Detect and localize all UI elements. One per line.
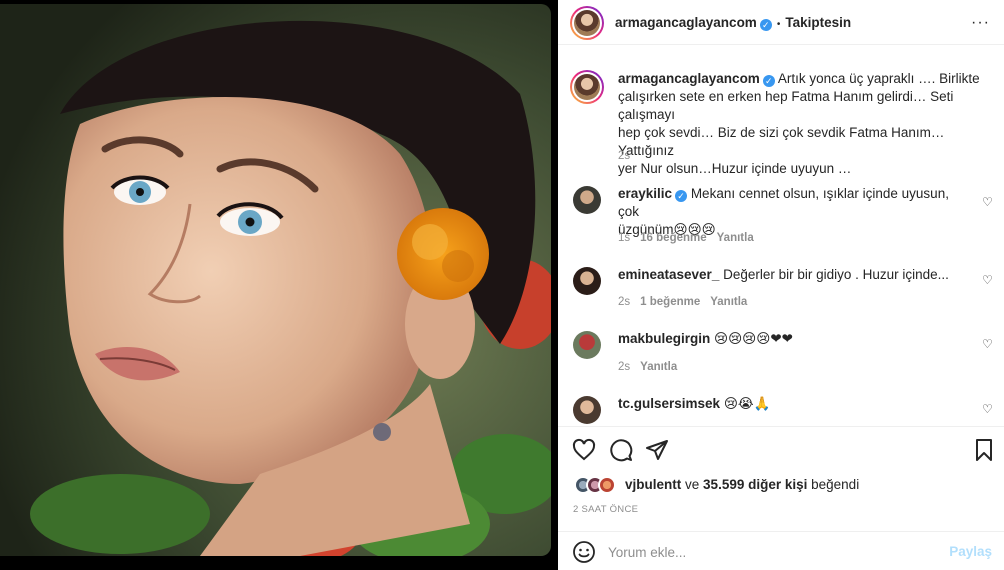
heart-icon[interactable]: ♡ <box>982 403 994 415</box>
author-avatar[interactable] <box>570 6 604 40</box>
comment-text: tc.gulsersimsek 😢😭🙏 <box>618 395 968 413</box>
caption-line: hep çok sevdi… Biz de sizi çok sevdik Fa… <box>618 125 945 158</box>
comment-username[interactable]: tc.gulsersimsek <box>618 396 720 411</box>
comment-meta: 2s 1 beğenme Yanıtla <box>618 296 747 308</box>
liker-username[interactable]: vjbulentt <box>625 477 681 492</box>
comment-body: 😢😢😢😢❤❤ <box>714 331 793 346</box>
post-comment-button[interactable]: Paylaş <box>949 544 992 559</box>
likes-others[interactable]: 35.599 diğer kişi <box>703 477 807 492</box>
comment-time: 2s <box>618 361 631 373</box>
caption-author-avatar[interactable] <box>570 70 604 104</box>
caption-time: 2s <box>618 150 631 162</box>
heart-icon[interactable]: ♡ <box>982 196 994 208</box>
verified-icon: ✓ <box>675 190 688 202</box>
verified-icon: ✓ <box>762 75 775 87</box>
comment-avatar[interactable] <box>573 267 601 295</box>
likes-suffix: beğendi <box>811 477 860 492</box>
comment-meta: 1s 16 beğenme Yanıtla <box>618 232 754 244</box>
author-username[interactable]: armagancaglayancom <box>615 15 757 30</box>
liker-avatar[interactable] <box>598 476 616 494</box>
caption-line: yer Nur olsun…Huzur içinde uyuyun … <box>618 161 852 176</box>
caption-author-username[interactable]: armagancaglayancom <box>618 71 760 86</box>
comment-username[interactable]: makbulegirgin <box>618 331 710 346</box>
comment-username[interactable]: eraykilic <box>618 186 672 201</box>
comment-composer: Paylaş <box>558 531 1004 570</box>
comment-icon[interactable] <box>609 438 633 462</box>
comments-list: armagancaglayancom ✓ Artık yonca üç yapra… <box>558 46 1004 426</box>
emoji-icon[interactable] <box>572 540 596 564</box>
caption-line: Artık yonca üç yapraklı …. Birlikte <box>777 71 980 86</box>
caption-line: çalışırken sete en erken hep Fatma Hanım… <box>618 89 954 122</box>
post-timestamp[interactable]: 2 SAAT ÖNCE <box>573 504 638 515</box>
verified-icon: ✓ <box>759 19 772 31</box>
comment-text: emineatasever_ Değerler bir bir gidiyo .… <box>618 266 968 284</box>
following-status[interactable]: Takiptesin <box>785 15 851 30</box>
post-side-panel: armagancaglayancom ✓ • Takiptesin ··· armag… <box>558 0 1004 570</box>
portrait-illustration <box>0 4 551 556</box>
comment-likes[interactable]: 16 beğenme <box>640 232 706 244</box>
bookmark-icon[interactable] <box>972 438 996 462</box>
comment-meta: 2s Yanıtla <box>618 361 677 373</box>
comment-time: 2s <box>618 296 631 308</box>
heart-icon[interactable]: ♡ <box>982 274 994 286</box>
likes-joiner: ve <box>685 477 700 492</box>
likes-summary: vjbulentt ve 35.599 diğer kişi beğendi <box>625 477 859 492</box>
reply-button[interactable]: Yanıtla <box>640 361 677 373</box>
comment-username[interactable]: emineatasever_ <box>618 267 719 282</box>
separator-dot: • <box>776 19 781 30</box>
comment-avatar[interactable] <box>573 396 601 424</box>
share-icon[interactable] <box>645 438 669 462</box>
post-image-panel <box>0 0 558 570</box>
comment-text: eraykilic ✓ Mekanı cennet olsun, ışıklar … <box>618 185 968 239</box>
post-header: armagancaglayancom ✓ • Takiptesin ··· <box>558 0 1004 45</box>
comment-body: 😢😭🙏 <box>723 396 771 411</box>
post-actions: vjbulentt ve 35.599 diğer kişi beğendi 2… <box>558 426 1004 570</box>
comment-avatar[interactable] <box>573 186 601 214</box>
comment-time: 1s <box>618 232 631 244</box>
comment-likes[interactable]: 1 beğenme <box>640 296 700 308</box>
more-icon[interactable]: ··· <box>971 14 990 32</box>
comment-avatar[interactable] <box>573 331 601 359</box>
comment-body: Değerler bir bir gidiyo . Huzur içinde..… <box>723 267 949 282</box>
comment-input[interactable] <box>608 542 928 562</box>
heart-icon[interactable]: ♡ <box>982 338 994 350</box>
caption-text: armagancaglayancom ✓ Artık yonca üç yapra… <box>618 70 996 178</box>
reply-button[interactable]: Yanıtla <box>710 296 747 308</box>
orange-flower <box>397 208 489 300</box>
reply-button[interactable]: Yanıtla <box>717 232 754 244</box>
comment-text: makbulegirgin 😢😢😢😢❤❤ <box>618 330 968 348</box>
post-image[interactable] <box>0 4 551 556</box>
heart-icon[interactable] <box>572 438 596 462</box>
